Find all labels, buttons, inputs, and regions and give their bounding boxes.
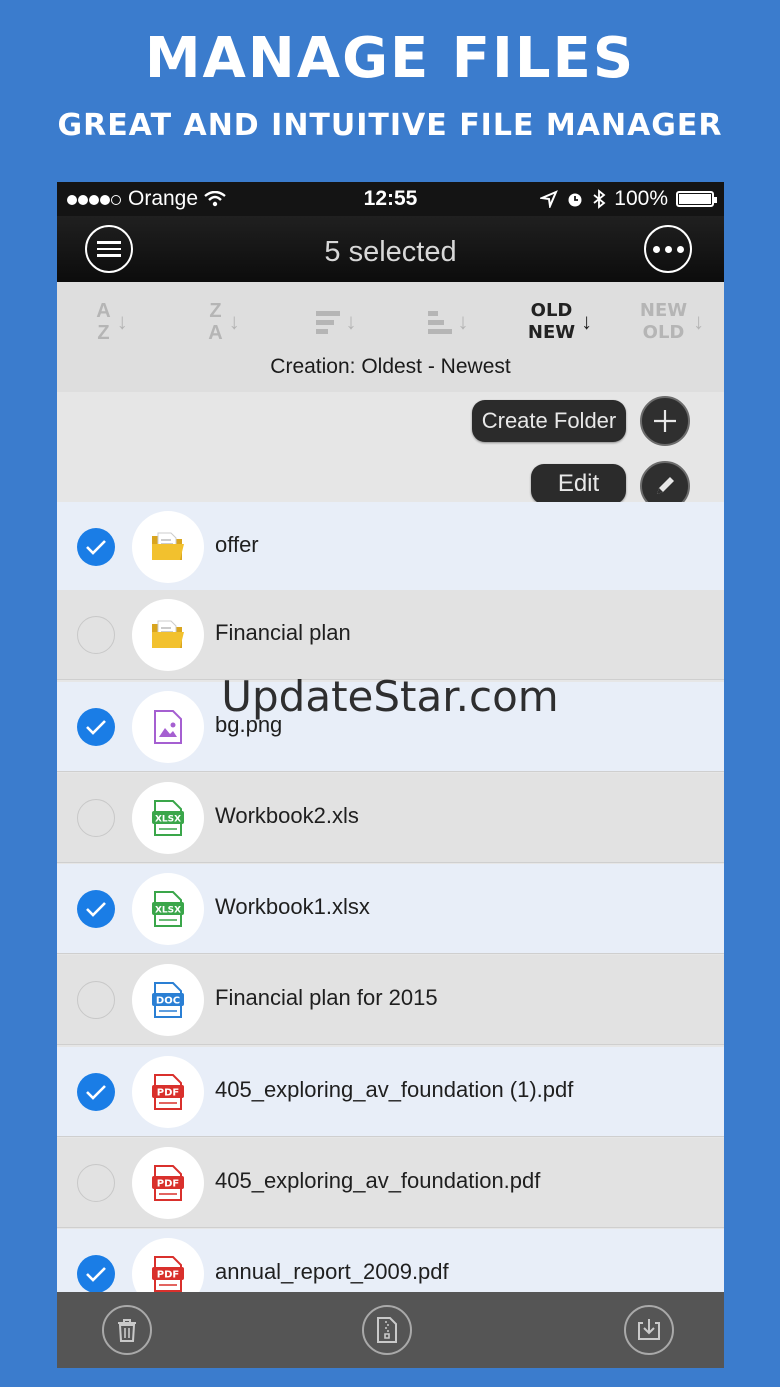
pdf-file-icon: PDF: [132, 1147, 204, 1219]
arrow-down-icon: ↓: [345, 309, 357, 334]
sort-z-a-button[interactable]: Z A ↓: [189, 296, 259, 348]
sort-size-descending-button[interactable]: ↓: [301, 296, 371, 348]
checkmark-icon: [86, 1267, 106, 1282]
battery-icon: [676, 191, 717, 207]
file-row[interactable]: XLSX Workbook2.xls: [57, 773, 724, 863]
promo-title: MANAGE FILES: [144, 26, 636, 91]
checkmark-icon: [86, 1085, 106, 1100]
checkmark-icon: [86, 902, 106, 917]
bluetooth-icon: [593, 189, 606, 209]
sort-label-top: A: [96, 300, 111, 322]
svg-text:PDF: PDF: [157, 1088, 179, 1099]
download-icon: [638, 1319, 660, 1340]
alarm-icon: [568, 193, 582, 207]
file-list: offer Financial plan bg.png XLSX Workbook2.x…: [57, 502, 724, 1292]
svg-text:DOC: DOC: [156, 996, 180, 1007]
sort-label-bottom: OLD: [642, 322, 685, 343]
file-name: 405_exploring_av_foundation (1).pdf: [215, 1077, 574, 1102]
svg-text:PDF: PDF: [157, 1270, 179, 1281]
delete-button[interactable]: [102, 1305, 152, 1355]
sort-a-z-button[interactable]: A Z ↓: [77, 296, 147, 348]
size-descending-icon: [315, 310, 340, 334]
file-name: Workbook2.xls: [215, 803, 359, 828]
checkbox-unchecked[interactable]: [77, 799, 115, 837]
sort-label-bottom: Z: [97, 322, 110, 344]
sort-label-bottom: NEW: [527, 322, 576, 343]
sort-new-old-button[interactable]: NEW OLD ↓: [637, 296, 707, 348]
arrow-down-icon: ↓: [457, 309, 469, 334]
watermark-text: UpdateStar.com: [221, 672, 559, 721]
sort-label-top: NEW: [639, 300, 688, 321]
arrow-down-icon: ↓: [693, 309, 705, 334]
plus-icon: [654, 410, 676, 432]
zip-icon: [377, 1317, 397, 1343]
promo-subtitle: GREAT AND INTUITIVE FILE MANAGER: [57, 108, 723, 143]
action-area: Create Folder Edit: [57, 392, 724, 511]
create-folder-button[interactable]: Create Folder: [472, 400, 626, 442]
size-ascending-icon: [427, 310, 452, 334]
download-button[interactable]: [624, 1305, 674, 1355]
svg-text:PDF: PDF: [157, 1179, 179, 1190]
xlsx-file-icon: XLSX: [132, 782, 204, 854]
svg-text:XLSX: XLSX: [155, 815, 181, 825]
checkbox-unchecked[interactable]: [77, 616, 115, 654]
doc-file-icon: DOC: [132, 964, 204, 1036]
checkbox-checked[interactable]: [77, 890, 115, 928]
selection-title: 5 selected: [324, 236, 457, 268]
status-bar: Orange 12:55 100%: [57, 182, 724, 216]
xlsx-file-icon: XLSX: [132, 873, 204, 945]
checkbox-checked[interactable]: [77, 1255, 115, 1292]
zip-button[interactable]: [362, 1305, 412, 1355]
folder-icon: [132, 599, 204, 671]
bottom-toolbar: [57, 1292, 724, 1368]
file-name: Workbook1.xlsx: [215, 894, 370, 919]
svg-text:XLSX: XLSX: [155, 906, 181, 916]
sort-bar: A Z ↓ Z A ↓ ↓ ↓ OLD NEW ↓ NEW OLD ↓ Crea…: [57, 282, 724, 392]
file-row[interactable]: Financial plan: [57, 590, 724, 680]
pdf-file-icon: PDF: [132, 1056, 204, 1128]
phone-screen: Orange 12:55 100% 5 selected A Z ↓ Z A ↓…: [57, 182, 724, 1368]
file-row[interactable]: XLSX Workbook1.xlsx: [57, 864, 724, 954]
sort-label-bottom: A: [208, 322, 223, 344]
edit-button[interactable]: Edit: [531, 464, 626, 504]
trash-icon: [118, 1319, 136, 1342]
checkbox-unchecked[interactable]: [77, 1164, 115, 1202]
file-name: Financial plan: [215, 620, 351, 645]
checkbox-unchecked[interactable]: [77, 981, 115, 1019]
folder-icon: [132, 511, 204, 583]
more-button[interactable]: [644, 225, 692, 273]
file-name: 405_exploring_av_foundation.pdf: [215, 1168, 541, 1193]
nav-bar: 5 selected: [57, 216, 724, 282]
file-row[interactable]: PDF annual_report_2009.pdf: [57, 1229, 724, 1292]
add-button[interactable]: [640, 396, 690, 446]
sort-old-new-button[interactable]: OLD NEW ↓: [525, 296, 595, 348]
file-name: Financial plan for 2015: [215, 985, 438, 1010]
battery-percent: 100%: [614, 187, 668, 210]
pencil-icon: [657, 477, 674, 494]
file-name: offer: [215, 532, 259, 557]
file-name: annual_report_2009.pdf: [215, 1259, 449, 1284]
more-icon: [652, 245, 684, 253]
file-row[interactable]: offer: [57, 502, 724, 592]
checkmark-icon: [86, 540, 106, 555]
location-icon: [540, 190, 559, 208]
arrow-down-icon: ↓: [228, 309, 240, 334]
pdf-file-icon: PDF: [132, 1238, 204, 1292]
file-row[interactable]: PDF 405_exploring_av_foundation.pdf: [57, 1138, 724, 1228]
file-row[interactable]: PDF 405_exploring_av_foundation (1).pdf: [57, 1047, 724, 1137]
sort-caption: Creation: Oldest - Newest: [270, 355, 511, 378]
file-row[interactable]: DOC Financial plan for 2015: [57, 955, 724, 1045]
arrow-down-icon: ↓: [581, 309, 593, 334]
sort-size-ascending-button[interactable]: ↓: [413, 296, 483, 348]
sort-label-top: Z: [209, 300, 222, 322]
checkbox-checked[interactable]: [77, 1073, 115, 1111]
checkbox-checked[interactable]: [77, 528, 115, 566]
sort-label-top: OLD: [530, 300, 573, 321]
arrow-down-icon: ↓: [116, 309, 128, 334]
